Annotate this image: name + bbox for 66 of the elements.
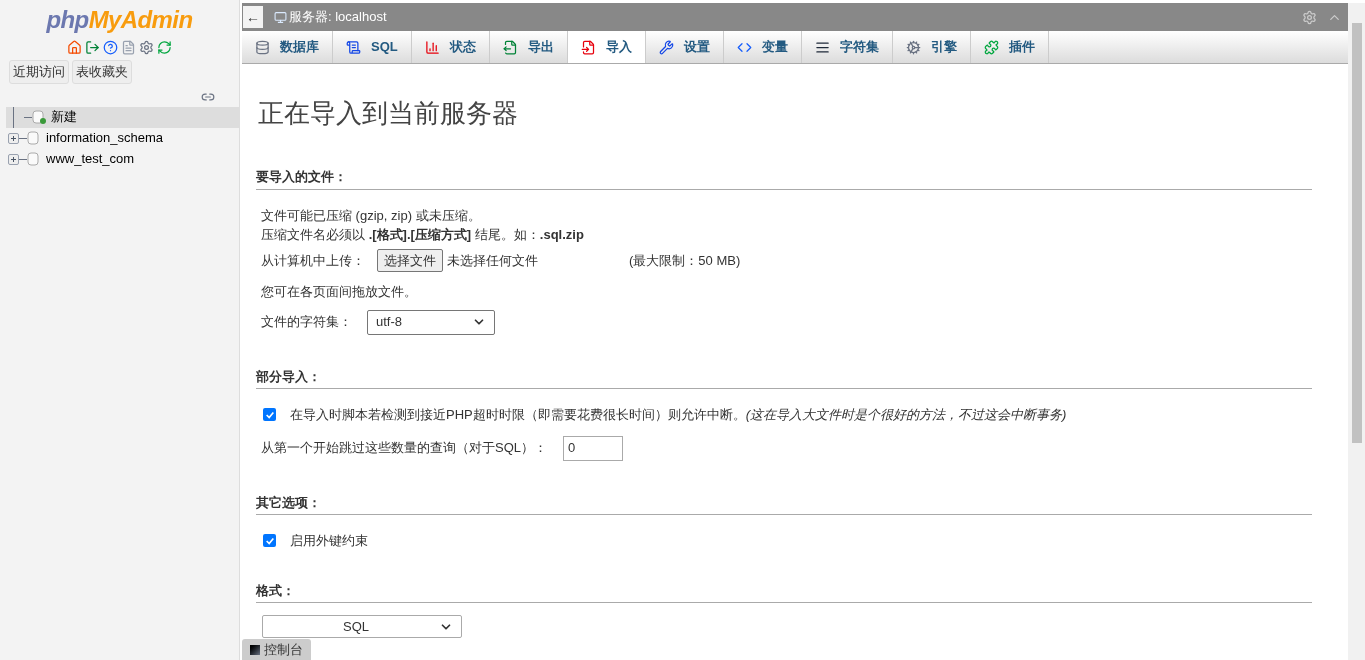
tab[interactable]: 导出 [489, 31, 568, 63]
document-icon[interactable] [121, 40, 136, 55]
tree-label: www_test_com [46, 150, 135, 169]
scroll-icon [346, 39, 361, 55]
checkbox[interactable] [263, 408, 276, 422]
console-icon [250, 644, 260, 655]
help-icon[interactable] [103, 40, 118, 55]
refresh-icon[interactable] [157, 40, 172, 55]
tab[interactable]: 导入 [567, 31, 646, 63]
scrollbar[interactable] [1348, 3, 1365, 660]
gear-icon [905, 39, 921, 55]
section-heading: 要导入的文件： [256, 169, 347, 184]
bar-chart-icon [424, 39, 440, 55]
tab[interactable]: 字符集 [801, 31, 893, 63]
document-arrow-icon [580, 39, 596, 55]
upload-label: 从计算机中上传： [261, 251, 366, 270]
tree-item[interactable]: information_schema [6, 127, 239, 149]
home-icon[interactable] [67, 40, 82, 55]
sidebar-button[interactable]: 表收藏夹 [72, 60, 132, 84]
server-icon [274, 10, 287, 24]
expand-icon[interactable] [8, 153, 19, 165]
section-heading: 格式： [256, 582, 295, 598]
foreign-key-option: 启用外键约束 [290, 531, 368, 551]
collapse-button[interactable]: ← [243, 6, 263, 28]
database-icon [255, 39, 270, 55]
drag-note: 您可在各页面间拖放文件。 [261, 283, 418, 301]
tree-item[interactable]: 新建 [6, 106, 239, 128]
tree-item[interactable]: www_test_com [6, 148, 239, 170]
interrupt-option: 在导入时脚本若检测到接近PHP超时时限（即需要花费很长时间）则允许中断。(这在导入大文件时是个很好的方法，不过这会中断事务) [290, 405, 1067, 425]
charset-select[interactable]: utf-8 [367, 309, 495, 335]
settings-icon[interactable] [139, 40, 154, 55]
console-button[interactable]: 控制台 [242, 639, 311, 660]
tab[interactable]: SQL [333, 31, 412, 63]
compression-note: 文件可能已压缩 (gzip, zip) 或未压缩。 [261, 206, 482, 225]
checkbox[interactable] [263, 534, 276, 548]
new-database-icon [32, 110, 46, 124]
sidebar-button[interactable]: 近期访问 [9, 60, 69, 84]
no-file-text: 未选择任何文件 [447, 251, 539, 270]
database-icon [27, 131, 41, 145]
wrench-icon [658, 39, 674, 55]
tab[interactable]: 插件 [970, 31, 1049, 63]
lines-icon [814, 39, 830, 55]
tab[interactable]: 变量 [723, 31, 802, 63]
max-size-text: (最大限制：50 MB) [629, 251, 741, 270]
puzzle-icon [983, 39, 999, 55]
tree-label: 新建 [51, 108, 77, 127]
exit-icon[interactable] [85, 40, 100, 55]
filename-note: 压缩文件名必须以 .[格式].[压缩方式] 结尾。如：.sql.zip [261, 226, 585, 244]
page-title: 正在导入到当前服务器 [258, 97, 519, 130]
skip-label: 从第一个开始跳过这些数量的查询（对于SQL）： [261, 439, 548, 458]
section-heading: 部分导入： [256, 368, 321, 384]
section-heading: 其它选项： [256, 494, 321, 510]
expand-icon[interactable] [8, 132, 19, 144]
choose-file-button[interactable]: 选择文件 [377, 248, 443, 272]
server-title[interactable]: 服务器: localhost [289, 7, 387, 27]
tab[interactable]: 状态 [411, 31, 490, 63]
database-icon [27, 152, 41, 166]
charset-label: 文件的字符集： [261, 313, 353, 332]
tree-label: information_schema [46, 129, 164, 148]
skip-input[interactable]: 0 [563, 435, 623, 461]
tab[interactable]: 引擎 [892, 31, 971, 63]
document-arrow-icon [502, 39, 518, 55]
tab[interactable]: 设置 [645, 31, 724, 63]
format-select[interactable]: SQL [262, 615, 462, 638]
tab[interactable]: 数据库 [242, 31, 333, 63]
logo[interactable]: phpMyAdmin [46, 6, 193, 34]
